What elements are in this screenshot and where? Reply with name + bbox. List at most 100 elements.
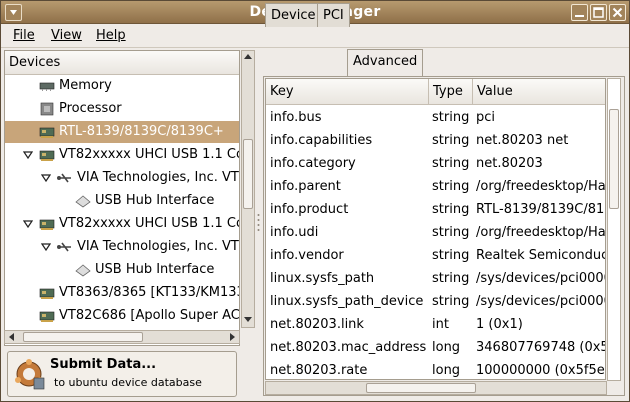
devices-vertical-scrollbar[interactable] — [241, 50, 255, 328]
maximize-button[interactable] — [590, 4, 607, 21]
expander-arrow-icon[interactable] — [41, 242, 51, 252]
menu-view[interactable]: View — [51, 28, 82, 43]
menu-help[interactable]: Help — [96, 28, 126, 43]
pci-card-icon — [39, 288, 55, 299]
tab-pci[interactable]: PCI — [317, 3, 350, 27]
cell-key: info.parent — [270, 179, 341, 194]
table-row[interactable]: info.udi string/org/freedesktop/Hal/devic… — [266, 221, 606, 244]
properties-table[interactable]: Key Type Value info.bus string pci info.cap… — [265, 78, 606, 380]
tree-item[interactable]: USB Hub Interface — [5, 259, 239, 281]
tree-item[interactable]: Memory — [5, 75, 239, 97]
devices-horizontal-scroll-thumb[interactable] — [23, 332, 143, 342]
close-button[interactable] — [609, 4, 626, 21]
key-header-label: Key — [270, 84, 294, 99]
cell-key: net.80203.link — [270, 317, 364, 332]
value-header-label: Value — [477, 84, 513, 99]
table-row[interactable]: linux.sysfs_path string/sys/devices/pci00… — [266, 267, 605, 290]
table-row[interactable]: info.vendor string Realtek Semiconductor C… — [266, 244, 605, 267]
devices-column-header[interactable]: Devices — [5, 51, 239, 75]
cell-type: int — [432, 317, 449, 332]
tree-item[interactable]: USB Hub Interface — [5, 190, 239, 212]
devices-vertical-scroll-thumb[interactable] — [243, 139, 253, 209]
close-icon — [612, 7, 623, 18]
menu-file-label: File — [13, 28, 35, 43]
cell-key: net.80203.rate — [270, 363, 368, 378]
tree-item-label: VT8363/8365 [KT133/KM133] — [59, 285, 239, 300]
expander-arrow-icon[interactable] — [23, 219, 33, 229]
table-horizontal-scroll-thumb[interactable] — [366, 383, 476, 393]
cell-value: /org/freedesktop/Hal/devices/pci — [476, 179, 606, 194]
table-row[interactable]: info.capabilities string net.80203 net — [266, 129, 605, 152]
grip-dots-icon — [257, 214, 260, 231]
cell-type: long — [432, 363, 461, 378]
pci-card-icon — [39, 219, 55, 230]
usb-hub-icon — [75, 264, 91, 277]
tree-item-label: USB Hub Interface — [95, 262, 215, 277]
tree-item[interactable]: VIA Technologies, Inc. VT82xxxxx UHCI US… — [5, 236, 239, 258]
minimize-icon — [575, 15, 584, 17]
memory-icon — [39, 82, 55, 91]
cell-value: 346807769748 (0x50 — [476, 340, 606, 355]
tree-item-label: USB Hub Interface — [95, 193, 215, 208]
tab-advanced-label: Advanced — [353, 54, 418, 69]
tree-item[interactable]: RTL-8139/8139C/8139C+ — [5, 121, 239, 143]
cell-value: /org/freedesktop/Hal/devices/net — [476, 225, 606, 240]
column-header-key[interactable]: Key — [266, 79, 429, 105]
table-row[interactable]: info.bus string pci — [266, 106, 605, 129]
cell-key: info.product — [270, 202, 349, 217]
minimize-button[interactable] — [571, 4, 588, 21]
cell-value: net.80203 net — [476, 133, 569, 148]
usb-icon — [57, 242, 71, 252]
cell-type: string — [432, 133, 470, 148]
cell-type: string — [432, 202, 470, 217]
cell-type: string — [432, 225, 470, 240]
scroll-up-arrow-icon[interactable] — [242, 51, 254, 63]
tree-item[interactable]: VT82C686 [Apollo Super ACPI] — [5, 305, 239, 327]
tree-item[interactable]: VT82xxxxx UHCI USB 1.1 Controller — [5, 144, 239, 166]
tab-advanced[interactable]: Advanced — [347, 49, 424, 76]
column-header-value[interactable]: Value — [473, 79, 605, 105]
tree-item[interactable]: VT82xxxxx UHCI USB 1.1 Controller — [5, 213, 239, 235]
menu-view-label: View — [51, 28, 82, 43]
table-vertical-scroll-thumb[interactable] — [609, 109, 619, 209]
table-horizontal-scrollbar[interactable] — [265, 381, 607, 395]
cell-key: linux.sysfs_path_device — [270, 294, 424, 309]
tab-device[interactable]: Device — [265, 3, 322, 27]
table-row[interactable]: net.80203.link int 1 (0x1) — [266, 313, 605, 336]
scroll-left-arrow-icon[interactable] — [6, 331, 18, 343]
submit-data-button[interactable]: Submit Data... to ubuntu device database — [7, 351, 237, 397]
table-row[interactable]: net.80203.mac_address long 346807769748 (0… — [266, 336, 606, 359]
pane-separator-handle[interactable] — [256, 50, 261, 396]
maximize-icon — [593, 7, 604, 18]
expander-arrow-icon[interactable] — [41, 173, 51, 183]
table-row[interactable]: info.product string RTL-8139/8139C/8139C+ — [266, 198, 605, 221]
table-row[interactable]: linux.sysfs_path_device string/sys/device… — [266, 290, 605, 313]
cell-key: info.vendor — [270, 248, 344, 263]
menu-bar: File View Help — [1, 24, 629, 48]
pci-card-icon — [39, 127, 55, 138]
tab-device-label: Device — [271, 8, 316, 23]
scroll-down-arrow-icon[interactable] — [242, 313, 254, 325]
usb-hub-icon — [75, 195, 91, 208]
tree-item[interactable]: Processor — [5, 98, 239, 120]
cell-key: info.capabilities — [270, 133, 373, 148]
table-row[interactable]: net.80203.rate long 100000000 (0x5f5e1 — [266, 359, 605, 379]
cell-key: info.udi — [270, 225, 319, 240]
cell-value: Realtek Semiconductor Co., Ltd. — [476, 248, 605, 263]
pci-card-icon — [39, 150, 55, 161]
tree-item-label: RTL-8139/8139C/8139C+ — [59, 124, 224, 139]
cell-type: long — [432, 340, 461, 355]
devices-horizontal-scrollbar[interactable] — [4, 330, 240, 344]
cell-key: net.80203.mac_address — [270, 340, 427, 355]
table-vertical-scrollbar[interactable] — [607, 78, 621, 381]
devices-tree[interactable]: Devices Memory Processor RTL-8139/8139C/81… — [4, 50, 240, 346]
tree-item[interactable]: VT8363/8365 [KT133/KM133] — [5, 282, 239, 304]
table-row[interactable]: info.parent string/org/freedesktop/Hal/de… — [266, 175, 606, 198]
column-header-type[interactable]: Type — [429, 79, 473, 105]
expander-arrow-icon[interactable] — [23, 150, 33, 160]
scroll-right-arrow-icon[interactable] — [226, 331, 238, 343]
tree-item[interactable]: VIA Technologies, Inc. VT82xxxxx UHCI US… — [5, 167, 239, 189]
menu-file[interactable]: File — [13, 28, 35, 43]
tree-item-label: VT82xxxxx UHCI USB 1.1 Controller — [59, 216, 239, 231]
table-row[interactable]: info.category string net.80203 — [266, 152, 605, 175]
